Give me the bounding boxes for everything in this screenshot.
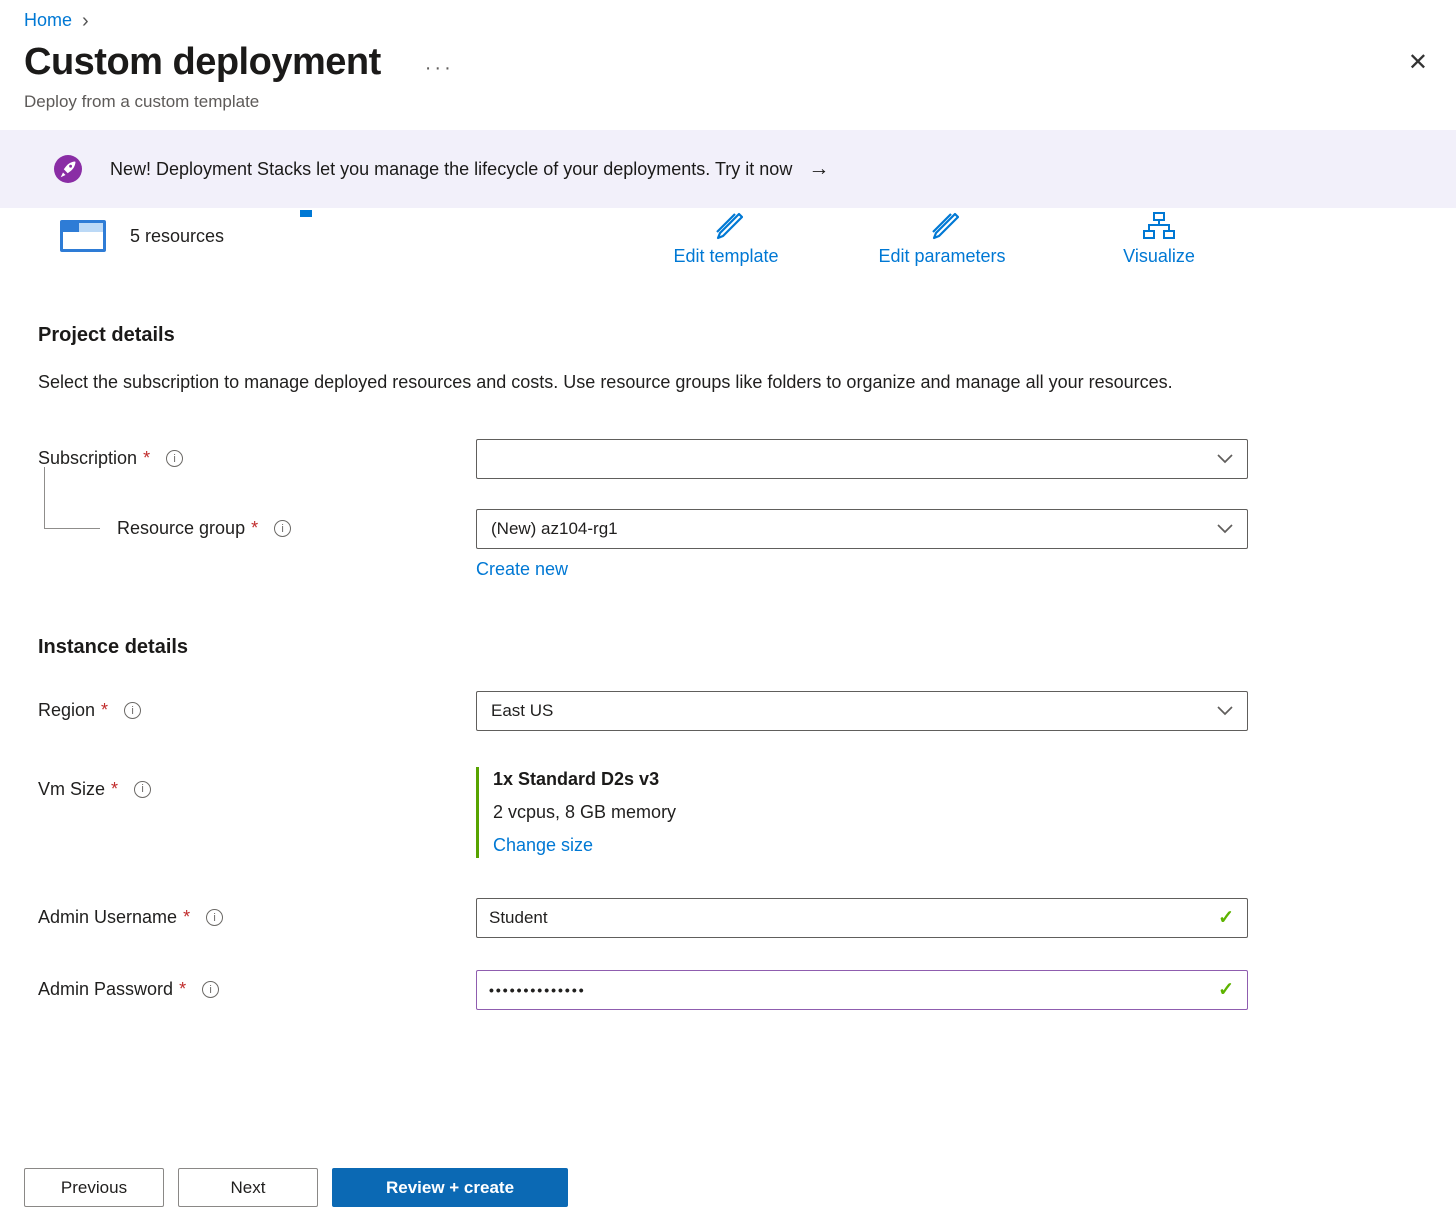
resource-group-label: Resource group: [117, 518, 245, 539]
chevron-down-icon: [1217, 706, 1233, 716]
close-button[interactable]: ✕: [1408, 51, 1428, 75]
page-header: Custom deployment ··· ✕: [0, 31, 1456, 84]
vm-size-title: 1x Standard D2s v3: [493, 769, 1248, 790]
edit-template-button[interactable]: Edit template: [636, 212, 816, 267]
vm-size-row: Vm Size * i 1x Standard D2s v3 2 vcpus, …: [38, 767, 1456, 858]
resource-group-value: (New) az104-rg1: [491, 519, 618, 539]
valid-check-icon: ✓: [1218, 978, 1234, 1001]
required-asterisk: *: [143, 448, 150, 469]
page-title: Custom deployment: [24, 41, 381, 84]
arrow-right-icon: →: [808, 157, 829, 181]
chevron-down-icon: [1217, 524, 1233, 534]
visualize-icon: [1143, 212, 1175, 240]
page-subtitle: Deploy from a custom template: [0, 84, 1456, 112]
create-new-link[interactable]: Create new: [476, 559, 568, 579]
project-details-heading: Project details: [38, 324, 1456, 347]
close-icon: ✕: [1408, 49, 1428, 76]
admin-password-row: Admin Password * i ✓: [38, 970, 1456, 1010]
project-details-description: Select the subscription to manage deploy…: [38, 367, 1203, 399]
valid-check-icon: ✓: [1218, 906, 1234, 929]
edit-parameters-button[interactable]: Edit parameters: [842, 212, 1042, 267]
info-icon[interactable]: i: [274, 520, 291, 537]
announcement-banner[interactable]: New! Deployment Stacks let you manage th…: [0, 130, 1456, 208]
admin-password-label: Admin Password: [38, 979, 173, 1000]
banner-text: New! Deployment Stacks let you manage th…: [110, 159, 792, 180]
instance-details-heading: Instance details: [38, 636, 1456, 659]
previous-button[interactable]: Previous: [24, 1168, 164, 1207]
admin-password-input[interactable]: [476, 970, 1248, 1010]
info-icon[interactable]: i: [124, 702, 141, 719]
next-button[interactable]: Next: [178, 1168, 318, 1207]
info-icon[interactable]: i: [202, 981, 219, 998]
breadcrumb-home-link[interactable]: Home: [24, 10, 72, 31]
template-info: 5 resources: [60, 220, 224, 252]
info-icon[interactable]: i: [166, 450, 183, 467]
required-asterisk: *: [183, 907, 190, 928]
region-row: Region * i East US: [38, 691, 1456, 731]
change-size-link[interactable]: Change size: [493, 835, 593, 856]
breadcrumb-chevron-icon: ›: [82, 11, 89, 31]
region-dropdown[interactable]: East US: [476, 691, 1248, 731]
subscription-row: Subscription * i: [38, 439, 1456, 479]
required-asterisk: *: [111, 779, 118, 800]
project-details-form: Subscription * i Resource group * i (New…: [0, 439, 1456, 580]
resource-group-dropdown[interactable]: (New) az104-rg1: [476, 509, 1248, 549]
review-create-button[interactable]: Review + create: [332, 1168, 568, 1207]
required-asterisk: *: [179, 979, 186, 1000]
chevron-down-icon: [1217, 454, 1233, 464]
region-value: East US: [491, 701, 553, 721]
template-summary-bar: 5 resources Edit template Edit parameter…: [24, 210, 1432, 288]
vm-size-selection: 1x Standard D2s v3 2 vcpus, 8 GB memory …: [476, 767, 1248, 858]
pencil-icon: [925, 212, 959, 240]
rocket-icon: [54, 155, 82, 183]
template-icon: [60, 220, 106, 252]
subscription-dropdown[interactable]: [476, 439, 1248, 479]
visualize-label: Visualize: [1123, 246, 1195, 267]
resource-group-row: Resource group * i (New) az104-rg1: [38, 509, 1456, 549]
breadcrumb: Home ›: [0, 0, 1456, 31]
more-options-button[interactable]: ···: [425, 45, 454, 80]
admin-username-row: Admin Username * i ✓: [38, 898, 1456, 938]
admin-username-label: Admin Username: [38, 907, 177, 928]
edit-parameters-label: Edit parameters: [878, 246, 1005, 267]
pencil-icon: [709, 212, 743, 240]
info-icon[interactable]: i: [206, 909, 223, 926]
info-icon[interactable]: i: [134, 781, 151, 798]
wizard-footer: Previous Next Review + create: [24, 1168, 568, 1207]
resources-count: 5 resources: [130, 226, 224, 247]
required-asterisk: *: [251, 518, 258, 539]
visualize-button[interactable]: Visualize: [1089, 212, 1229, 267]
hierarchy-connector-line: [44, 467, 100, 529]
region-label: Region: [38, 700, 95, 721]
admin-username-input[interactable]: [476, 898, 1248, 938]
truncated-link-fragment: [300, 210, 312, 217]
required-asterisk: *: [101, 700, 108, 721]
vm-size-label: Vm Size: [38, 779, 105, 800]
vm-size-specs: 2 vcpus, 8 GB memory: [493, 802, 1248, 823]
edit-template-label: Edit template: [673, 246, 778, 267]
